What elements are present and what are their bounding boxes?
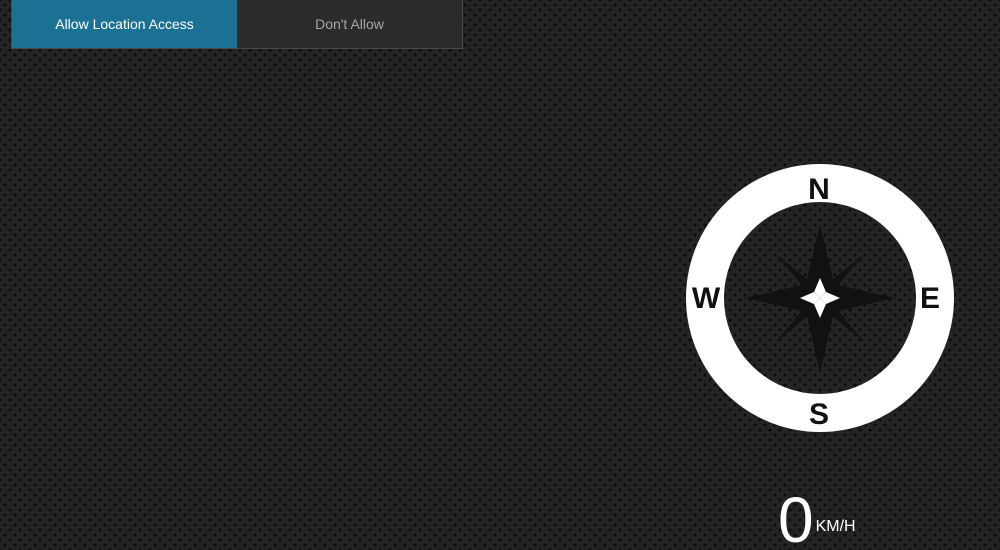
speed-value: 0	[778, 484, 814, 550]
compass: N E S W	[686, 164, 954, 432]
compass-west-label: W	[692, 282, 721, 315]
speed-unit: KM/H	[815, 518, 856, 535]
compass-rose-icon: N E S W	[686, 164, 954, 432]
compass-north-label: N	[808, 173, 830, 206]
dont-allow-button[interactable]: Don't Allow	[237, 0, 462, 48]
compass-east-label: E	[920, 282, 940, 315]
allow-location-button[interactable]: Allow Location Access	[12, 0, 237, 48]
speedometer: 0 KM/H	[778, 488, 856, 550]
location-permission-bar: Allow Location Access Don't Allow	[11, 0, 463, 49]
compass-south-label: S	[809, 398, 829, 431]
